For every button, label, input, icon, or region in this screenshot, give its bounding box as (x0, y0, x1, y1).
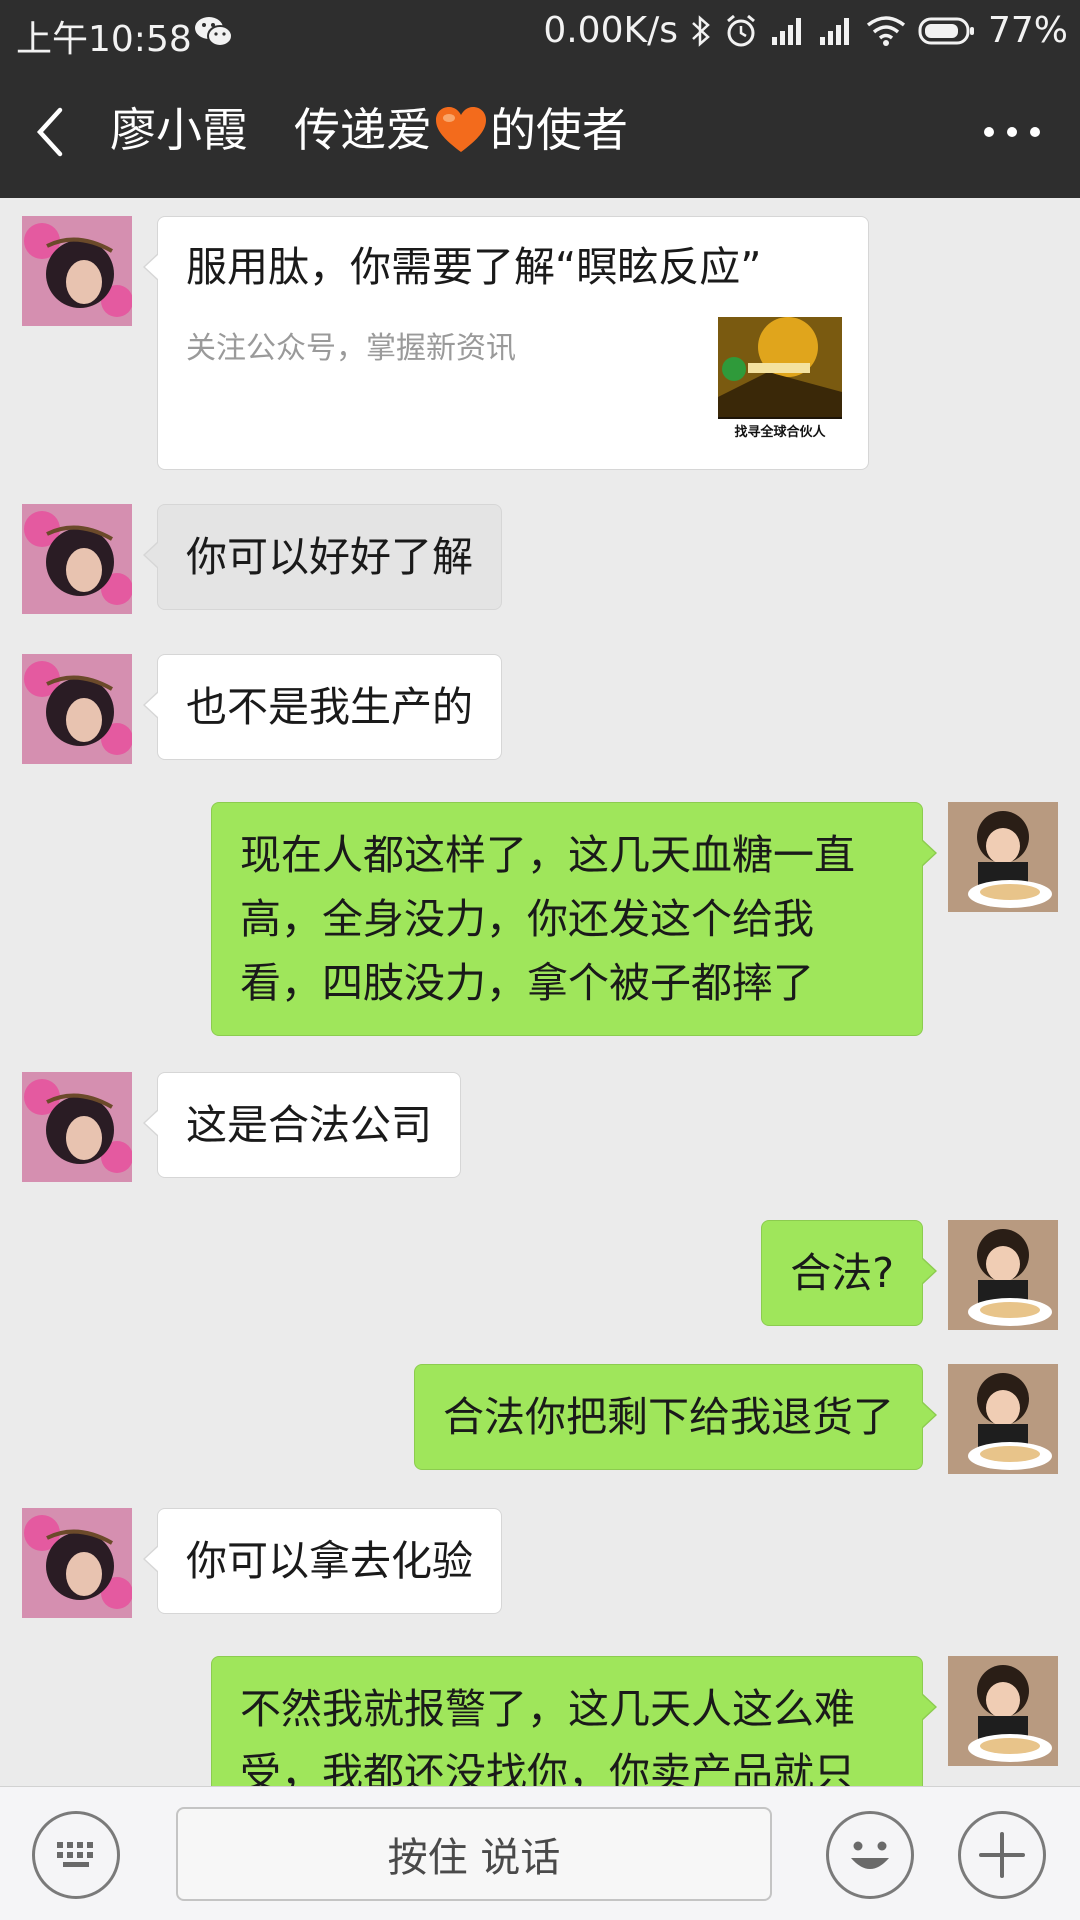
card-subtitle: 关注公众号，掌握新资讯 (186, 331, 516, 366)
message-list[interactable]: 服用肽，你需要了解“瞑眩反应” 关注公众号，掌握新资讯 找寻全球合伙人 你可以好… (0, 198, 1080, 1786)
message-text: 合法你把剩下给我退货了 (443, 1393, 894, 1441)
status-bar: 上午10:58 0.00K/s 77% (0, 0, 1080, 66)
message-text: 你可以好好了解 (186, 533, 473, 581)
message-bubble[interactable]: 不然我就报警了，这几天人这么难受，我都还没找你，你卖产品就只 (211, 1656, 937, 1786)
signal-icon (771, 17, 801, 45)
alarm-icon (727, 14, 755, 46)
contact-avatar[interactable] (22, 216, 132, 326)
card-title: 服用肽，你需要了解“瞑眩反应” (186, 243, 762, 291)
bluetooth-icon (692, 14, 710, 47)
message-text: 合法? (790, 1249, 894, 1297)
contact-avatar[interactable] (22, 654, 132, 764)
contact-avatar[interactable] (22, 504, 132, 614)
chat-title-name: 廖小霞 传递爱 (110, 103, 432, 157)
message-text: 这是合法公司 (186, 1101, 432, 1149)
contact-avatar[interactable] (22, 1508, 132, 1618)
orange-heart-icon (436, 107, 486, 152)
message-bubble[interactable]: 你可以好好了解 (143, 504, 502, 610)
my-avatar[interactable] (948, 1220, 1058, 1330)
status-time: 上午10:58 (16, 19, 192, 60)
message-text: 你可以拿去化验 (186, 1537, 473, 1585)
hold-to-talk-button[interactable]: 按住 说话 (176, 1807, 772, 1901)
input-bar: 按住 说话 (0, 1786, 1080, 1920)
chat-title: 廖小霞 传递爱 的使者 (110, 98, 628, 162)
more-dots-icon[interactable] (984, 118, 1040, 146)
message-text: 不然我就报警了，这几天人这么难受，我都还没找你，你卖产品就只 (240, 1685, 855, 1786)
message-text: 现在人都这样了，这几天血糖一直高，全身没力，你还发这个给我看，四肢没力，拿个被子… (240, 831, 855, 1007)
message-bubble[interactable]: 合法? (761, 1220, 937, 1326)
message-bubble[interactable]: 这是合法公司 (143, 1072, 461, 1178)
chat-header: 廖小霞 传递爱 的使者 (0, 66, 1080, 198)
plus-icon[interactable] (958, 1811, 1046, 1899)
wifi-icon (866, 15, 906, 46)
my-avatar[interactable] (948, 1364, 1058, 1474)
my-avatar[interactable] (948, 802, 1058, 912)
message-bubble[interactable]: 现在人都这样了，这几天血糖一直高，全身没力，你还发这个给我看，四肢没力，拿个被子… (211, 802, 937, 1036)
net-speed: 0.00K/s (543, 10, 678, 51)
battery-level: 77% (987, 10, 1068, 51)
signal-icon (819, 17, 849, 45)
contact-avatar[interactable] (22, 1072, 132, 1182)
message-text: 也不是我生产的 (186, 683, 473, 731)
article-card[interactable]: 服用肽，你需要了解“瞑眩反应” 关注公众号，掌握新资讯 找寻全球合伙人 (143, 216, 869, 470)
wechat-icon (195, 17, 233, 47)
keyboard-icon[interactable] (32, 1811, 120, 1899)
card-thumbnail: 找寻全球合伙人 (718, 317, 842, 441)
chat-title-suffix: 的使者 (490, 103, 628, 157)
battery-icon (918, 17, 974, 44)
chevron-left-icon[interactable] (32, 104, 72, 160)
card-thumb-caption: 找寻全球合伙人 (734, 424, 826, 440)
hold-to-talk-label: 按住 说话 (387, 1835, 561, 1881)
my-avatar[interactable] (948, 1656, 1058, 1766)
message-bubble[interactable]: 也不是我生产的 (143, 654, 502, 760)
message-bubble[interactable]: 合法你把剩下给我退货了 (414, 1364, 937, 1470)
emoji-smile-icon[interactable] (826, 1811, 914, 1899)
message-bubble[interactable]: 你可以拿去化验 (143, 1508, 502, 1614)
